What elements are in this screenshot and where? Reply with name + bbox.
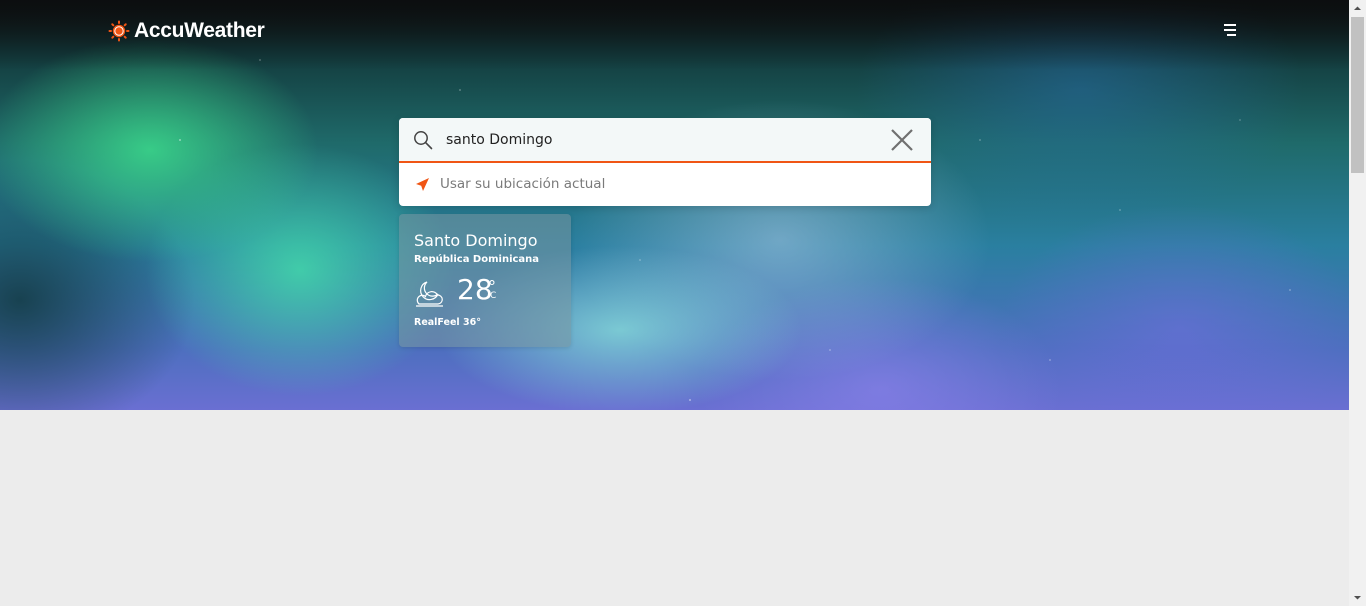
search-panel: Usar su ubicación actual <box>399 118 931 206</box>
city-name: Santo Domingo <box>414 231 538 250</box>
close-icon[interactable] <box>890 128 914 152</box>
search-input[interactable] <box>446 128 866 152</box>
vertical-scrollbar[interactable] <box>1349 0 1366 606</box>
accuweather-logo[interactable]: AccuWeather <box>108 19 265 43</box>
location-arrow-icon <box>416 178 429 191</box>
hamburger-menu-icon[interactable] <box>1222 24 1238 38</box>
sun-logo-icon <box>108 20 130 42</box>
brand-name: AccuWeather <box>134 19 265 42</box>
scrollbar-thumb[interactable] <box>1351 17 1364 173</box>
location-weather-card[interactable]: Santo Domingo República Dominicana 28 ° … <box>399 214 571 347</box>
page: AccuWeather Usar su ubicación actual Sa <box>0 0 1349 606</box>
site-header: AccuWeather <box>0 0 1349 62</box>
use-current-location-option[interactable]: Usar su ubicación actual <box>399 163 931 206</box>
use-location-label: Usar su ubicación actual <box>440 176 606 192</box>
search-icon[interactable] <box>413 130 433 150</box>
scroll-up-arrow-icon[interactable] <box>1349 0 1366 17</box>
partly-cloudy-night-icon <box>416 281 443 307</box>
temperature-unit: C <box>490 291 497 301</box>
realfeel-temperature: RealFeel 36° <box>414 317 481 328</box>
country-name: República Dominicana <box>414 254 540 265</box>
search-bar <box>399 118 931 163</box>
scroll-down-arrow-icon[interactable] <box>1349 589 1366 606</box>
